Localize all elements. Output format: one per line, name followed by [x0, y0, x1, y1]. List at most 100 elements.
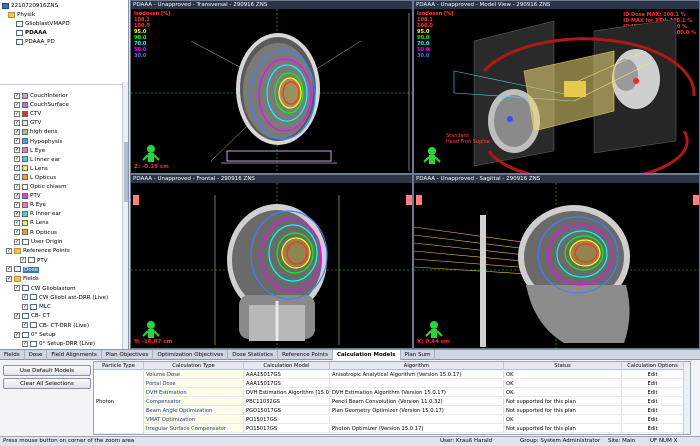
- structure-item[interactable]: ✓ high dens: [14, 128, 57, 136]
- tree-node-checkbox[interactable]: ✓: [6, 266, 12, 273]
- tab-dose-statistics[interactable]: Dose Statistics: [228, 350, 278, 360]
- grid-cell-option[interactable]: Edit: [622, 389, 684, 397]
- tree-node[interactable]: ✓ Dose: [6, 266, 40, 274]
- grid-cell-option[interactable]: Edit: [622, 371, 684, 379]
- model-view[interactable]: PDAAA - Unapproved - Model View - 290916…: [413, 0, 700, 174]
- structure-visibility-checkbox[interactable]: ✓: [14, 128, 20, 135]
- structure-item[interactable]: ✓ CouchSurface: [14, 101, 69, 109]
- tab-plan-sum[interactable]: Plan Sum: [401, 350, 436, 360]
- tree-node-checkbox[interactable]: ✓: [22, 322, 28, 329]
- tree-node-checkbox[interactable]: ✓: [6, 275, 12, 282]
- tree-node[interactable]: ✓ CB- CT: [14, 312, 50, 320]
- sagittal-view[interactable]: PDAAA - Unapproved - Sagittal - 290916 Z…: [413, 174, 700, 349]
- grid-scrollbar[interactable]: [683, 362, 690, 434]
- tree-node[interactable]: ✓ CB- CT-DRR (Live): [22, 322, 89, 330]
- structure-item[interactable]: ✓ Optic chiasm: [14, 183, 67, 191]
- grid-column-header[interactable]: Calculation Model: [244, 362, 330, 370]
- structure-item[interactable]: ✓ R Opticus: [14, 229, 57, 237]
- tab-field-alignments[interactable]: Field Alignments: [47, 350, 102, 360]
- grid-cell-model[interactable]: PGO15017GS: [244, 407, 330, 415]
- structure-item[interactable]: ✓ CTV: [14, 110, 41, 118]
- tree-item[interactable]: PDAAA_PD: [16, 38, 55, 46]
- tree-node-checkbox[interactable]: ✓: [14, 312, 20, 319]
- tree-item[interactable]: GlioblastVMAPD: [16, 20, 70, 28]
- grid-column-header[interactable]: Calculation Options: [622, 362, 684, 370]
- tree-item[interactable]: 2210720916ZNS: [2, 2, 58, 10]
- grid-cell-model[interactable]: DVH Estimation Algorithm [15.0.17]: [244, 389, 330, 397]
- structure-visibility-checkbox[interactable]: ✓: [14, 192, 20, 199]
- tree-node-checkbox[interactable]: ✓: [6, 247, 12, 254]
- structure-visibility-checkbox[interactable]: ✓: [14, 92, 20, 99]
- grid-column-header[interactable]: Algorithm: [330, 362, 504, 370]
- tree-node[interactable]: ✓ User Origin: [14, 238, 62, 246]
- grid-cell-option[interactable]: Edit: [622, 380, 684, 388]
- structure-visibility-checkbox[interactable]: ✓: [14, 156, 20, 163]
- tree-node[interactable]: ✓ 0° Setup: [14, 331, 55, 339]
- structure-item[interactable]: ✓ GTV: [14, 119, 41, 127]
- tree-scrollbar[interactable]: [122, 82, 128, 349]
- tree-scrollbar-thumb[interactable]: [124, 142, 128, 202]
- structure-visibility-checkbox[interactable]: ✓: [14, 183, 20, 190]
- structure-item[interactable]: ✓ L Opticus: [14, 174, 56, 182]
- tree-node-checkbox[interactable]: ✓: [22, 303, 28, 310]
- tree-node[interactable]: ✓ 0° Setup-DRR (Live): [22, 340, 95, 348]
- structure-visibility-checkbox[interactable]: ✓: [14, 174, 20, 181]
- tab-plan-objectives[interactable]: Plan Objectives: [102, 350, 154, 360]
- tree-node-checkbox[interactable]: ✓: [20, 257, 26, 264]
- structure-item[interactable]: ✓ CouchInterior: [14, 92, 68, 100]
- structure-item[interactable]: ✓ L Lens: [14, 165, 48, 173]
- grid-cell-model[interactable]: PBC11032GS: [244, 398, 330, 406]
- structure-visibility-checkbox[interactable]: ✓: [14, 210, 20, 217]
- tab-dose[interactable]: Dose: [25, 350, 48, 360]
- tree-node-checkbox[interactable]: ✓: [14, 285, 20, 291]
- structure-item[interactable]: ✓ L Eye: [14, 147, 45, 155]
- grid-column-header[interactable]: Status: [504, 362, 622, 370]
- tree-node[interactable]: ✓ PTV: [20, 257, 48, 265]
- grid-cell-model[interactable]: PO15017GS: [244, 425, 330, 433]
- structure-item[interactable]: ✓ L Inner ear: [14, 156, 60, 164]
- grid-cell-model[interactable]: AAA15017GS: [244, 380, 330, 388]
- grid-cell-option[interactable]: Edit: [622, 425, 684, 433]
- structure-visibility-checkbox[interactable]: ✓: [14, 165, 20, 172]
- tree-node[interactable]: ✓ MLC: [22, 303, 51, 311]
- tree-node-checkbox[interactable]: ✓: [14, 238, 20, 245]
- structure-item[interactable]: ✓ PTV: [14, 192, 41, 200]
- grid-cell-option[interactable]: Edit: [622, 398, 684, 406]
- structure-visibility-checkbox[interactable]: ✓: [14, 147, 20, 154]
- grid-cell-option[interactable]: Edit: [622, 416, 684, 424]
- structure-visibility-checkbox[interactable]: ✓: [14, 101, 20, 108]
- tree-item[interactable]: PDAAA: [16, 29, 47, 37]
- frontal-view[interactable]: PDAAA - Unapproved - Frontal - 290916 ZN…: [130, 174, 413, 349]
- tab-calculation-models[interactable]: Calculation Models: [332, 350, 401, 360]
- patient-tree-panel[interactable]: 2210720916ZNS Physik GlioblastVMAPD PDAAA PD…: [0, 0, 129, 349]
- structure-item[interactable]: ✓ R Eye: [14, 201, 46, 209]
- tree-node[interactable]: ✓ CW Gliobl.ast-DRR (Live): [22, 294, 108, 302]
- tree-node-checkbox[interactable]: ✓: [22, 340, 28, 347]
- structure-visibility-checkbox[interactable]: ✓: [14, 119, 20, 126]
- clear-all-selections-button[interactable]: Clear All Selections: [3, 378, 91, 389]
- grid-column-header[interactable]: Particle Type: [94, 362, 144, 370]
- tab-reference-points[interactable]: Reference Points: [278, 350, 333, 360]
- grid-cell-model[interactable]: AAA15017GS: [244, 371, 330, 379]
- tab-optimization-objectives[interactable]: Optimization Objectives: [153, 350, 229, 360]
- tree-node[interactable]: ✓ Reference Points: [6, 247, 70, 255]
- structure-item[interactable]: ✓ R Inner ear: [14, 210, 61, 218]
- tree-item[interactable]: Physik: [8, 11, 35, 19]
- structure-visibility-checkbox[interactable]: ✓: [14, 229, 20, 235]
- tree-node[interactable]: ✓ CW Glioblastom: [14, 285, 76, 293]
- tree-node-checkbox[interactable]: ✓: [22, 294, 28, 301]
- grid-column-header[interactable]: Calculation Type: [144, 362, 244, 370]
- grid-cell-model[interactable]: PO15017GS: [244, 416, 330, 424]
- structure-item[interactable]: ✓ Hypophysis: [14, 138, 62, 146]
- structure-item[interactable]: ✓ R Lens: [14, 219, 49, 227]
- structure-visibility-checkbox[interactable]: ✓: [14, 219, 20, 226]
- tree-node-checkbox[interactable]: ✓: [14, 331, 20, 338]
- tree-node[interactable]: ✓ Fields: [6, 275, 39, 283]
- tab-fields[interactable]: Fields: [0, 350, 25, 360]
- grid-cell-option[interactable]: Edit: [622, 407, 684, 415]
- structure-visibility-checkbox[interactable]: ✓: [14, 138, 20, 144]
- structure-visibility-checkbox[interactable]: ✓: [14, 201, 20, 208]
- structure-visibility-checkbox[interactable]: ✓: [14, 110, 20, 117]
- use-default-models-button[interactable]: Use Default Models: [3, 365, 91, 376]
- transversal-view[interactable]: PDAAA - Unapproved - Transversal - 29091…: [130, 0, 413, 174]
